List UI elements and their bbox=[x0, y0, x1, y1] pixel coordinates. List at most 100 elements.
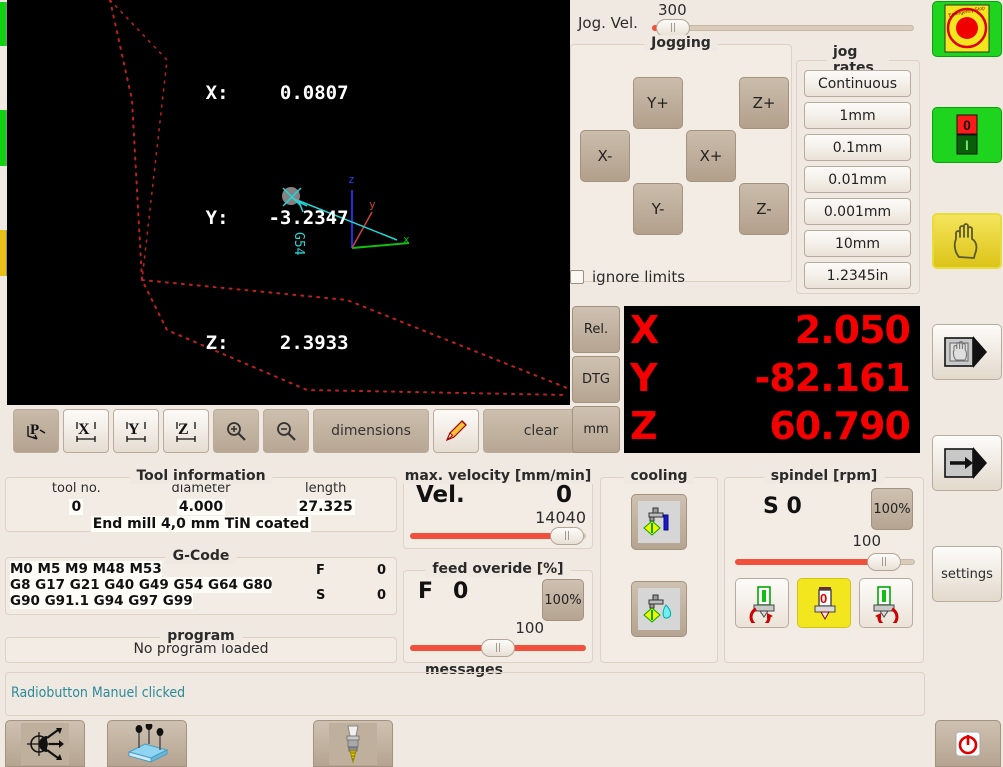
message-text: Radiobutton Manuel clicked bbox=[11, 685, 186, 701]
machine-power-button[interactable]: 0 I bbox=[932, 107, 1002, 163]
view-perspective-icon: P bbox=[27, 422, 46, 440]
power-off-button[interactable] bbox=[935, 720, 1001, 767]
feed-override-slider[interactable]: || bbox=[410, 639, 586, 657]
mdi-mode-button[interactable] bbox=[932, 324, 1002, 380]
zoom-in-button[interactable] bbox=[213, 409, 259, 453]
edit-pencil-button[interactable] bbox=[433, 409, 479, 453]
dro-row-z: Z 60.790 bbox=[630, 404, 911, 452]
view-y-button[interactable]: Y bbox=[113, 409, 159, 453]
spindle-override-max: 100 bbox=[852, 532, 881, 550]
program-title: program bbox=[160, 628, 242, 644]
tool-diameter-column: diameter 4.000 bbox=[139, 481, 264, 515]
tool-change-tab[interactable] bbox=[313, 720, 393, 767]
cooling-panel: cooling bbox=[600, 468, 718, 663]
program-panel: program No program loaded bbox=[5, 628, 397, 663]
jog-velocity-value: 300 bbox=[658, 1, 687, 19]
svg-text:I: I bbox=[965, 137, 969, 153]
jog-x-plus-button[interactable]: X+ bbox=[686, 130, 736, 182]
jog-velocity-panel: Jog. Vel. 300 || bbox=[570, 0, 925, 42]
tool-length-column: length 27.325 bbox=[263, 481, 388, 515]
ignore-limits-checkbox[interactable] bbox=[570, 270, 584, 284]
touch-off-icon bbox=[127, 723, 169, 763]
dro-relative-button[interactable]: Rel. bbox=[572, 306, 620, 353]
jog-rate-1mm[interactable]: 1mm bbox=[804, 102, 911, 129]
messages-panel[interactable]: Radiobutton Manuel clicked bbox=[5, 672, 925, 716]
spindle-override-slider-knob[interactable]: || bbox=[867, 553, 901, 571]
jog-rate-continuous[interactable]: Continuous bbox=[804, 70, 911, 97]
dro-dtg-button[interactable]: DTG bbox=[572, 356, 620, 403]
mist-coolant-icon bbox=[643, 594, 672, 623]
svg-text:Y: Y bbox=[128, 421, 140, 438]
homing-plate bbox=[21, 722, 69, 765]
dro-axis-z-value: 60.790 bbox=[769, 404, 911, 448]
homing-tab[interactable] bbox=[5, 720, 85, 767]
zoom-out-button[interactable] bbox=[263, 409, 309, 453]
preview-dro-z-label: Z: bbox=[205, 332, 229, 354]
settings-button[interactable]: settings bbox=[932, 546, 1002, 602]
edge-button-2[interactable] bbox=[0, 110, 7, 166]
jog-rate-10mm[interactable]: 10mm bbox=[804, 230, 911, 257]
jog-y-minus-button[interactable]: Y- bbox=[633, 183, 683, 235]
spindle-stop-button[interactable]: 0 bbox=[797, 578, 851, 628]
homing-icon bbox=[27, 727, 64, 760]
cnc-control-app: z x y G54 X:0.0807 Y:-3.2347 Z:2.3933 Ve… bbox=[0, 0, 1003, 767]
spindle-override-slider[interactable]: || bbox=[735, 553, 915, 571]
max-velocity-slider[interactable]: || bbox=[410, 527, 586, 545]
edge-button-3[interactable] bbox=[0, 230, 7, 276]
spindle-ccw-button[interactable] bbox=[735, 578, 789, 628]
tool-diameter-value: 4.000 bbox=[176, 499, 226, 515]
max-velocity-max: 14040 bbox=[535, 508, 586, 527]
jog-rate-0.1mm[interactable]: 0.1mm bbox=[804, 134, 911, 161]
jog-rate-0.01mm[interactable]: 0.01mm bbox=[804, 166, 911, 193]
gcode-s-row: S 0 bbox=[306, 578, 392, 603]
gcode-s-label: S bbox=[316, 588, 326, 603]
emergency-stop-button[interactable]: Emergency Stop bbox=[932, 1, 1002, 57]
feed-override-100-button[interactable]: 100% bbox=[542, 579, 584, 621]
mist-coolant-button[interactable] bbox=[631, 581, 687, 637]
dro-axis-y-label: Y bbox=[630, 356, 658, 400]
jog-rate-1.2345in[interactable]: 1.2345in bbox=[804, 262, 911, 289]
view-x-button[interactable]: X bbox=[63, 409, 109, 453]
jog-z-minus-button[interactable]: Z- bbox=[739, 183, 789, 235]
dimensions-button[interactable]: dimensions bbox=[313, 409, 429, 453]
jog-z-plus-button[interactable]: Z+ bbox=[739, 77, 789, 129]
max-velocity-title: max. velocity [mm/min] bbox=[397, 468, 599, 484]
jog-velocity-slider[interactable]: || bbox=[652, 19, 914, 37]
preview-dro-z: Z: 2.3933 bbox=[7, 306, 570, 381]
max-velocity-slider-knob[interactable]: || bbox=[550, 527, 584, 545]
jog-x-minus-button[interactable]: X- bbox=[580, 130, 630, 182]
spindle-cw-button[interactable] bbox=[859, 578, 913, 628]
manual-mode-button[interactable] bbox=[932, 213, 1002, 269]
flood-coolant-button[interactable] bbox=[631, 494, 687, 550]
jog-rate-0.001mm[interactable]: 0.001mm bbox=[804, 198, 911, 225]
jog-y-plus-button[interactable]: Y+ bbox=[633, 77, 683, 129]
preview-dro-overlay: X:0.0807 Y:-3.2347 Z:2.3933 Vel:0.0000 G… bbox=[7, 6, 570, 405]
ignore-limits-row[interactable]: ignore limits bbox=[570, 268, 685, 286]
touch-off-tab[interactable] bbox=[107, 720, 187, 767]
tool-information-title: Tool information bbox=[129, 468, 273, 484]
dro-screen[interactable]: X 2.050 Y -82.161 Z 60.790 bbox=[624, 306, 920, 453]
view-p-button[interactable]: P bbox=[13, 409, 59, 453]
spindle-ccw-icon bbox=[749, 586, 775, 623]
tool-no-header: tool no. bbox=[51, 481, 101, 496]
preview-dro-x-label: X: bbox=[205, 82, 229, 104]
cooling-title: cooling bbox=[623, 468, 695, 484]
gcode-preview-3d[interactable]: z x y G54 X:0.0807 Y:-3.2347 Z:2.3933 Ve… bbox=[7, 0, 570, 405]
view-z-button[interactable]: Z bbox=[163, 409, 209, 453]
feed-override-title: feed overide [%] bbox=[425, 561, 571, 577]
edge-button-1[interactable] bbox=[0, 2, 7, 46]
svg-text:0: 0 bbox=[963, 117, 971, 133]
gcode-active-codes: M0 M5 M9 M48 M53 G8 G17 G21 G40 G49 G54 … bbox=[10, 561, 306, 609]
mist-coolant-plate bbox=[638, 588, 680, 630]
auto-mode-icon bbox=[944, 447, 987, 479]
feed-override-slider-knob[interactable]: || bbox=[481, 639, 515, 657]
manual-mode-icon bbox=[953, 223, 978, 259]
zoom-out-icon bbox=[277, 422, 296, 441]
dro-panel: Rel. DTG mm X 2.050 Y -82.161 Z 60.790 bbox=[572, 306, 920, 453]
auto-mode-button[interactable] bbox=[932, 435, 1002, 491]
bottom-tab-bar bbox=[0, 720, 930, 767]
dro-units-button[interactable]: mm bbox=[572, 406, 620, 453]
spindle-title: spindel [rpm] bbox=[763, 468, 885, 484]
right-sidebar: Emergency Stop 0 I settings bbox=[930, 0, 1003, 767]
spindle-override-100-button[interactable]: 100% bbox=[871, 488, 913, 530]
